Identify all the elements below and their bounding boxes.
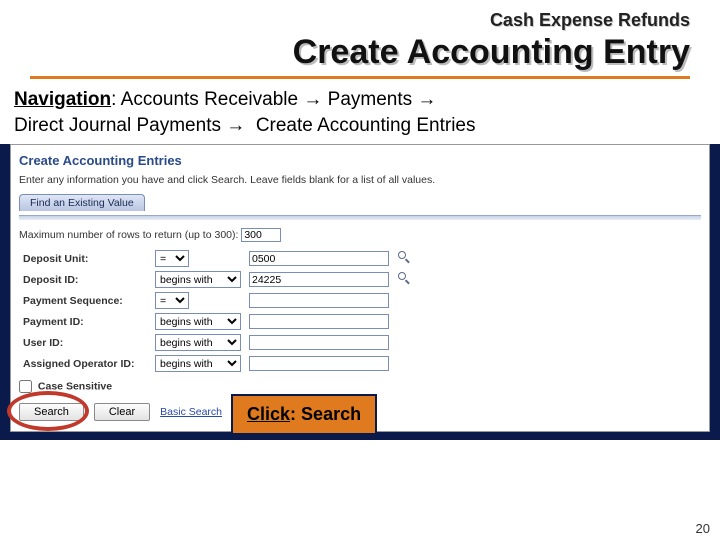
kicker: Cash Expense Refunds [30, 10, 690, 31]
clear-button[interactable]: Clear [94, 403, 150, 421]
label-assigned-operator-id: Assigned Operator ID: [19, 353, 151, 374]
op-payment-id[interactable]: begins with [155, 313, 241, 330]
tab-find-existing[interactable]: Find an Existing Value [19, 194, 145, 211]
breadcrumb-part-4: Create Accounting Entries [256, 115, 476, 136]
search-button[interactable]: Search [19, 403, 84, 421]
op-user-id[interactable]: begins with [155, 334, 241, 351]
breadcrumb-part-1: Accounts Receivable [121, 89, 298, 110]
label-deposit-unit: Deposit Unit: [19, 248, 151, 269]
app-frame: Create Accounting Entries Enter any info… [0, 144, 720, 440]
breadcrumb-part-2: Payments [328, 89, 412, 110]
input-payment-sequence[interactable] [249, 293, 389, 308]
case-sensitive-label: Case Sensitive [38, 381, 112, 393]
op-assigned-operator-id[interactable]: begins with [155, 355, 241, 372]
search-form: Deposit Unit: = Deposit ID: begins with … [19, 248, 415, 374]
callout-action: Search [301, 404, 361, 424]
input-user-id[interactable] [249, 335, 389, 350]
case-sensitive-checkbox[interactable] [19, 380, 32, 393]
lookup-icon[interactable] [397, 250, 411, 264]
instructions: Enter any information you have and click… [19, 174, 701, 186]
op-deposit-unit[interactable]: = [155, 250, 189, 267]
input-deposit-unit[interactable] [249, 251, 389, 266]
arrow-icon: → [226, 115, 245, 136]
input-deposit-id[interactable] [249, 272, 389, 287]
tab-underline [19, 215, 701, 220]
tab-bar: Find an Existing Value [19, 194, 701, 211]
maxrows-label: Maximum number of rows to return (up to … [19, 229, 238, 241]
lookup-icon[interactable] [397, 271, 411, 285]
op-payment-sequence[interactable]: = [155, 292, 189, 309]
page-number: 20 [696, 521, 710, 536]
op-deposit-id[interactable]: begins with [155, 271, 241, 288]
label-payment-sequence: Payment Sequence: [19, 290, 151, 311]
arrow-icon: → [303, 89, 322, 110]
basic-search-link[interactable]: Basic Search [160, 406, 222, 418]
arrow-icon: → [417, 89, 436, 110]
app-page-title: Create Accounting Entries [19, 153, 701, 168]
breadcrumb: Navigation: Accounts Receivable → Paymen… [0, 79, 720, 144]
page-title: Create Accounting Entry [30, 33, 690, 79]
label-payment-id: Payment ID: [19, 311, 151, 332]
breadcrumb-label: Navigation [14, 89, 111, 110]
maxrows-input[interactable] [241, 228, 281, 242]
callout-prefix: Click [247, 404, 290, 424]
label-user-id: User ID: [19, 332, 151, 353]
callout: Click: Search [231, 394, 377, 435]
input-payment-id[interactable] [249, 314, 389, 329]
input-assigned-operator-id[interactable] [249, 356, 389, 371]
breadcrumb-part-3: Direct Journal Payments [14, 115, 221, 136]
label-deposit-id: Deposit ID: [19, 269, 151, 290]
